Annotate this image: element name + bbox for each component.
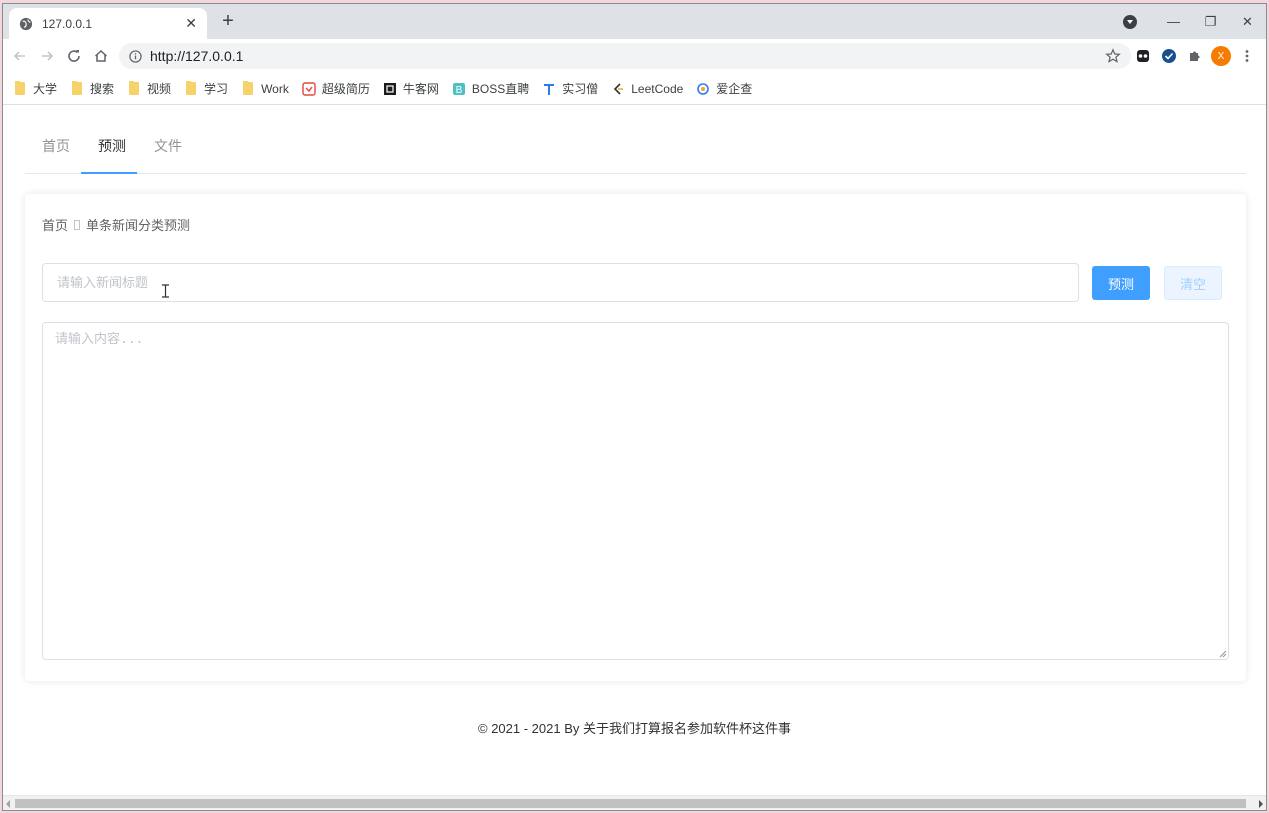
nowcoder-icon (383, 82, 396, 95)
breadcrumb-current: 单条新闻分类预测 (86, 218, 191, 233)
bookmark-item[interactable]: 大学 (13, 80, 57, 97)
new-tab-button[interactable]: + (217, 11, 239, 33)
extension-ghost-icon (1137, 50, 1149, 62)
bookmark-item[interactable]: 搜索 (70, 80, 114, 97)
bookmark-item[interactable]: 学习 (184, 80, 228, 97)
url-text[interactable]: http://127.0.0.1 (150, 48, 1105, 64)
svg-text:B: B (456, 85, 463, 96)
more-vertical-icon (1245, 50, 1249, 62)
boss-icon: B (452, 82, 465, 96)
bookmark-item[interactable]: B BOSS直聘 (452, 80, 529, 97)
bookmark-item[interactable]: 超级简历 (302, 80, 370, 97)
forward-button[interactable] (34, 43, 60, 69)
bookmark-item[interactable]: LeetCode (611, 82, 683, 96)
extension-button[interactable] (1156, 43, 1182, 69)
profile-button[interactable]: X (1208, 43, 1234, 69)
breadcrumb-separator-icon (74, 219, 81, 230)
tab-predict[interactable]: 预测 (98, 136, 126, 156)
browser-menu-button[interactable] (1234, 43, 1260, 69)
folder-icon (184, 81, 198, 96)
news-content-textarea[interactable] (42, 322, 1229, 660)
news-title-input[interactable] (42, 263, 1079, 302)
check-badge-icon (1162, 49, 1176, 63)
tab-search-icon[interactable] (1123, 14, 1137, 29)
aiqicha-icon (697, 82, 710, 95)
browser-tab[interactable]: 127.0.0.1 ✕ (9, 8, 207, 39)
footer-text: © 2021 - 2021 By 关于我们打算报名参加软件杯这件事 (478, 721, 791, 736)
tab-strip: 127.0.0.1 ✕ + — ❐ ✕ (3, 4, 1266, 39)
shixiseng-icon (544, 83, 555, 95)
folder-icon (70, 81, 84, 96)
address-bar[interactable]: http://127.0.0.1 (119, 43, 1131, 69)
extension-button[interactable] (1130, 43, 1156, 69)
folder-icon (13, 81, 27, 96)
close-window-button[interactable]: ✕ (1229, 4, 1266, 39)
home-icon (94, 49, 108, 62)
tab-file[interactable]: 文件 (154, 136, 182, 156)
home-button[interactable] (88, 43, 114, 69)
globe-icon (19, 17, 33, 30)
bookmark-star-icon[interactable] (1105, 48, 1121, 64)
breadcrumb-home[interactable]: 首页 (42, 215, 68, 234)
leetcode-icon (614, 82, 624, 95)
avatar: X (1211, 46, 1231, 66)
puzzle-icon (1190, 51, 1200, 61)
arrow-right-icon (42, 51, 54, 61)
bookmark-item[interactable]: 实习僧 (542, 80, 598, 97)
minimize-button[interactable]: — (1155, 4, 1192, 39)
horizontal-scrollbar[interactable] (3, 795, 1266, 810)
scroll-right-icon[interactable] (1259, 800, 1263, 808)
resume-icon (302, 81, 316, 96)
folder-icon (241, 81, 255, 96)
tab-home[interactable]: 首页 (42, 136, 70, 156)
active-tab-indicator (81, 172, 137, 174)
reload-icon (68, 50, 80, 62)
restore-button[interactable]: ❐ (1192, 4, 1229, 39)
prediction-card: 首页 单条新闻分类预测 预测 清空 (25, 194, 1246, 681)
arrow-left-icon (13, 51, 25, 61)
page-content: 首页 预测 文件 首页 单条新闻分类预测 预测 清空 © 2021 - 2021… (3, 106, 1266, 796)
browser-window: 127.0.0.1 ✕ + — ❐ ✕ http://127.0.0.1 X 大… (2, 3, 1267, 811)
bookmark-item[interactable]: 牛客网 (383, 80, 439, 97)
breadcrumb: 首页 单条新闻分类预测 (42, 215, 190, 234)
bookmark-item[interactable]: 爱企查 (696, 80, 752, 97)
bookmark-item[interactable]: Work (241, 81, 289, 96)
main-tabs: 首页 预测 文件 (25, 106, 1246, 174)
folder-icon (127, 81, 141, 96)
scrollbar-thumb[interactable] (15, 799, 1246, 808)
browser-toolbar: http://127.0.0.1 X (3, 39, 1266, 73)
back-button[interactable] (7, 43, 33, 69)
extensions-area: X (1130, 43, 1260, 69)
scroll-left-icon[interactable] (6, 800, 10, 808)
clear-button[interactable]: 清空 (1164, 266, 1222, 300)
info-icon[interactable] (129, 49, 142, 63)
tab-title: 127.0.0.1 (42, 16, 93, 31)
window-controls: — ❐ ✕ (1123, 4, 1266, 39)
bookmark-item[interactable]: 视频 (127, 80, 171, 97)
reload-button[interactable] (61, 43, 87, 69)
bookmarks-bar: 大学 搜索 视频 学习 Work 超级简历 牛客网 B BOSS直聘 实习僧 L… (3, 73, 1266, 105)
extensions-menu-button[interactable] (1182, 43, 1208, 69)
predict-button[interactable]: 预测 (1092, 266, 1150, 300)
close-tab-icon[interactable]: ✕ (185, 15, 197, 32)
